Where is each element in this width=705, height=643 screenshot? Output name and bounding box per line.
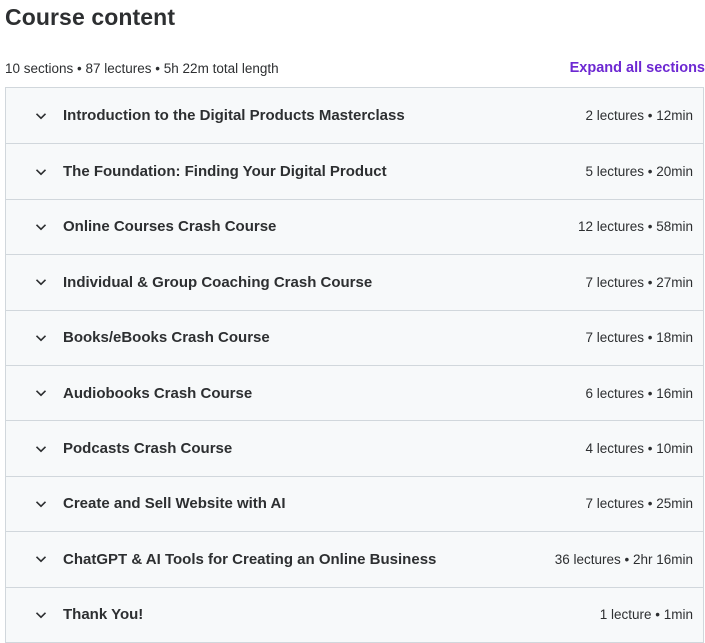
chevron-down-icon <box>34 275 48 289</box>
section-meta: 2 lectures • 12min <box>585 108 693 124</box>
section-meta: 5 lectures • 20min <box>585 164 693 180</box>
section-meta: 4 lectures • 10min <box>585 441 693 457</box>
section-title: Audiobooks Crash Course <box>63 384 253 402</box>
section-list: Introduction to the Digital Products Mas… <box>5 87 704 643</box>
chevron-down-icon <box>34 442 48 456</box>
chevron-down-icon <box>34 386 48 400</box>
expand-all-sections-button[interactable]: Expand all sections <box>570 60 705 76</box>
chevron-down-icon <box>34 109 48 123</box>
section-meta: 7 lectures • 25min <box>585 496 693 512</box>
section-title: Books/eBooks Crash Course <box>63 329 270 347</box>
section-header[interactable]: Online Courses Crash Course 12 lectures … <box>6 198 703 255</box>
section-meta: 7 lectures • 18min <box>585 330 693 346</box>
section-title: Podcasts Crash Course <box>63 440 233 458</box>
section-meta: 6 lectures • 16min <box>585 385 693 401</box>
course-summary: 10 sections • 87 lectures • 5h 22m total… <box>5 60 279 76</box>
chevron-down-icon <box>34 608 48 622</box>
section-header[interactable]: Podcasts Crash Course 4 lectures • 10min <box>6 420 703 476</box>
section-title: Thank You! <box>63 606 144 624</box>
section-title: Online Courses Crash Course <box>63 218 277 236</box>
chevron-down-icon <box>34 220 48 234</box>
chevron-down-icon <box>34 497 48 511</box>
section-header[interactable]: The Foundation: Finding Your Digital Pro… <box>6 143 703 199</box>
section-title: ChatGPT & AI Tools for Creating an Onlin… <box>63 550 437 568</box>
section-header[interactable]: Individual & Group Coaching Crash Course… <box>6 254 703 310</box>
section-title: Create and Sell Website with AI <box>63 495 286 513</box>
section-header[interactable]: Books/eBooks Crash Course 7 lectures • 1… <box>6 309 703 365</box>
page-title: Course content <box>5 4 176 30</box>
section-title: Introduction to the Digital Products Mas… <box>63 107 405 125</box>
chevron-down-icon <box>34 331 48 345</box>
section-header[interactable]: Audiobooks Crash Course 6 lectures • 16m… <box>6 364 703 421</box>
chevron-down-icon <box>34 552 48 566</box>
section-meta: 36 lectures • 2hr 16min <box>554 551 693 567</box>
section-header[interactable]: Introduction to the Digital Products Mas… <box>6 88 703 144</box>
chevron-down-icon <box>34 165 48 179</box>
section-meta: 12 lectures • 58min <box>577 219 693 235</box>
section-meta: 1 lecture • 1min <box>599 607 693 623</box>
section-title: The Foundation: Finding Your Digital Pro… <box>63 163 387 181</box>
section-header[interactable]: ChatGPT & AI Tools for Creating an Onlin… <box>6 531 703 587</box>
section-title: Individual & Group Coaching Crash Course <box>63 273 373 291</box>
section-header[interactable]: Thank You! 1 lecture • 1min <box>6 586 703 642</box>
course-summary-bar: 10 sections • 87 lectures • 5h 22m total… <box>5 58 705 78</box>
section-meta: 7 lectures • 27min <box>585 274 693 290</box>
section-header[interactable]: Create and Sell Website with AI 7 lectur… <box>6 475 703 532</box>
